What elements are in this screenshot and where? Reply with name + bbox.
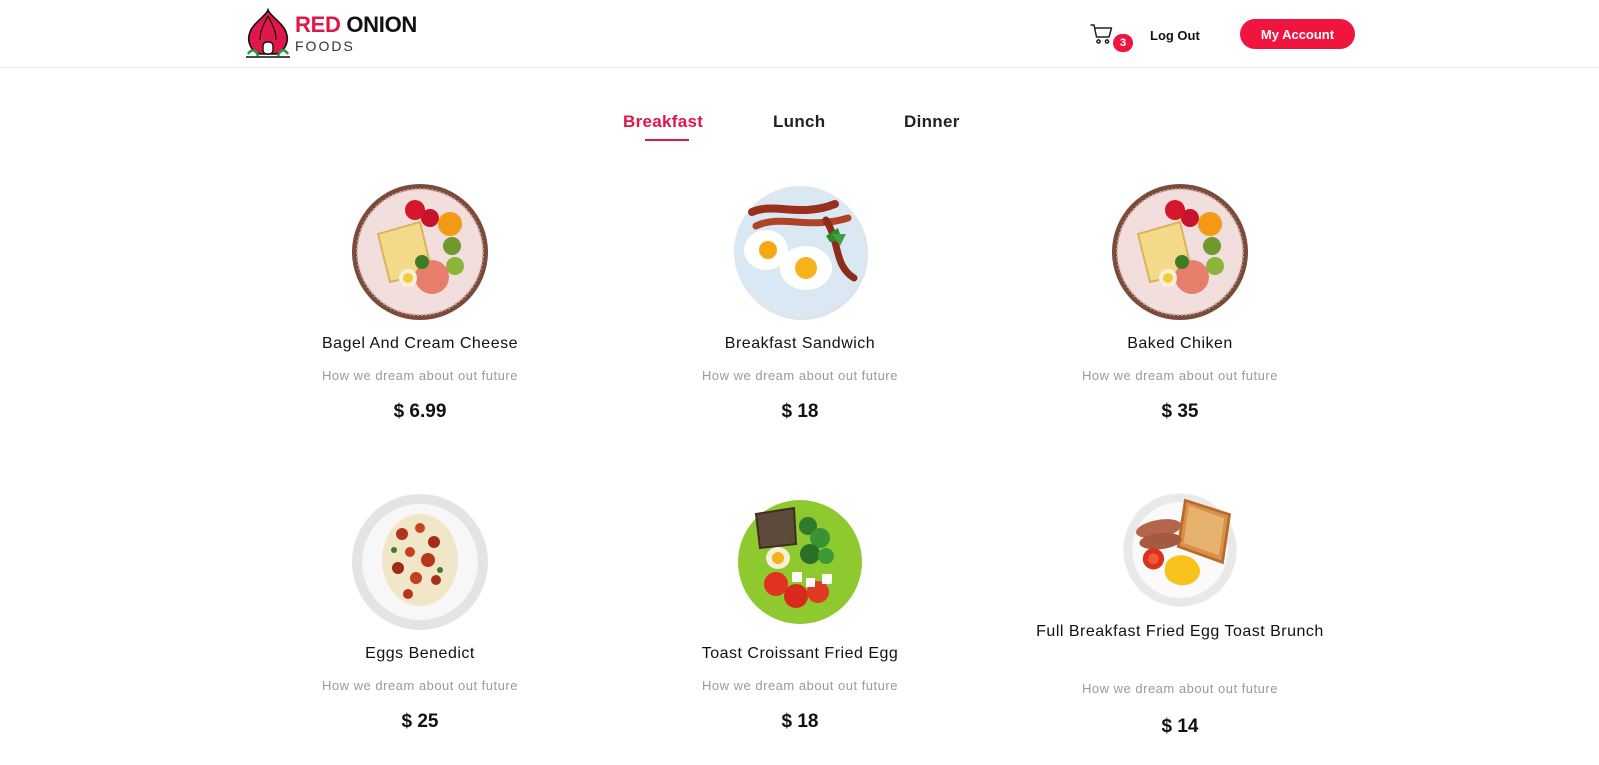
food-subtitle: How we dream about out future [322, 368, 518, 383]
food-card-full-breakfast-fried-egg-toast-brunch[interactable]: Full Breakfast Fried Egg Toast Brunch Ho… [1030, 492, 1330, 765]
food-card-toast-croissant-fried-egg[interactable]: Toast Croissant Fried Egg How we dream a… [650, 492, 950, 757]
brand-tagline: FOODS [295, 37, 355, 54]
food-price: $ 25 [401, 711, 439, 732]
onion-logo-icon [246, 8, 290, 58]
food-title: Breakfast Sandwich [724, 335, 876, 352]
food-card-baked-chiken[interactable]: Baked Chiken How we dream about out futu… [1030, 182, 1330, 442]
brand-name-dark: ONION [346, 11, 417, 37]
food-subtitle: How we dream about out future [1082, 368, 1278, 383]
food-title: Toast Croissant Fried Egg [701, 645, 899, 662]
tab-dinner[interactable]: Dinner [904, 112, 960, 142]
food-card-bagel-and-cream-cheese[interactable]: Bagel And Cream Cheese How we dream abou… [270, 182, 570, 442]
food-image-bacon-eggs [734, 186, 868, 320]
site-header: RED ONION FOODS 3 Log Out My Account [0, 0, 1599, 68]
food-image-fruit-toast [352, 184, 488, 320]
cart-button[interactable]: 3 [1090, 22, 1134, 54]
food-card-eggs-benedict[interactable]: Eggs Benedict How we dream about out fut… [270, 492, 570, 757]
food-title: Eggs Benedict [365, 645, 475, 662]
food-subtitle: How we dream about out future [322, 678, 518, 693]
tab-lunch[interactable]: Lunch [773, 112, 826, 142]
food-subtitle: How we dream about out future [702, 368, 898, 383]
cart-icon [1090, 24, 1113, 44]
food-image-fruit-toast [1112, 184, 1248, 320]
food-image-toast-sausage [1123, 493, 1237, 607]
food-price: $ 14 [1161, 716, 1199, 737]
food-price: $ 35 [1161, 401, 1199, 422]
brand-logo[interactable]: RED ONION FOODS [244, 8, 434, 58]
meal-tabs: Breakfast Lunch Dinner [0, 112, 1599, 148]
cart-count-badge: 3 [1113, 34, 1133, 52]
food-title: Baked Chiken [1127, 335, 1233, 352]
logout-link[interactable]: Log Out [1150, 25, 1210, 45]
my-account-button[interactable]: My Account [1240, 19, 1355, 49]
food-price: $ 18 [781, 711, 819, 732]
food-title: Full Breakfast Fried Egg Toast Brunch [1036, 623, 1324, 640]
active-tab-underline [645, 139, 689, 141]
food-title: Bagel And Cream Cheese [322, 335, 518, 352]
food-subtitle: How we dream about out future [702, 678, 898, 693]
food-image-salad-toast [738, 500, 862, 624]
food-price: $ 6.99 [393, 401, 447, 422]
tab-breakfast[interactable]: Breakfast [623, 112, 703, 142]
brand-name-red: RED [295, 11, 341, 37]
food-price: $ 18 [781, 401, 819, 422]
food-image-eggs-benedict [352, 494, 488, 630]
food-subtitle: How we dream about out future [1082, 681, 1278, 696]
food-card-breakfast-sandwich[interactable]: Breakfast Sandwich How we dream about ou… [650, 182, 950, 442]
